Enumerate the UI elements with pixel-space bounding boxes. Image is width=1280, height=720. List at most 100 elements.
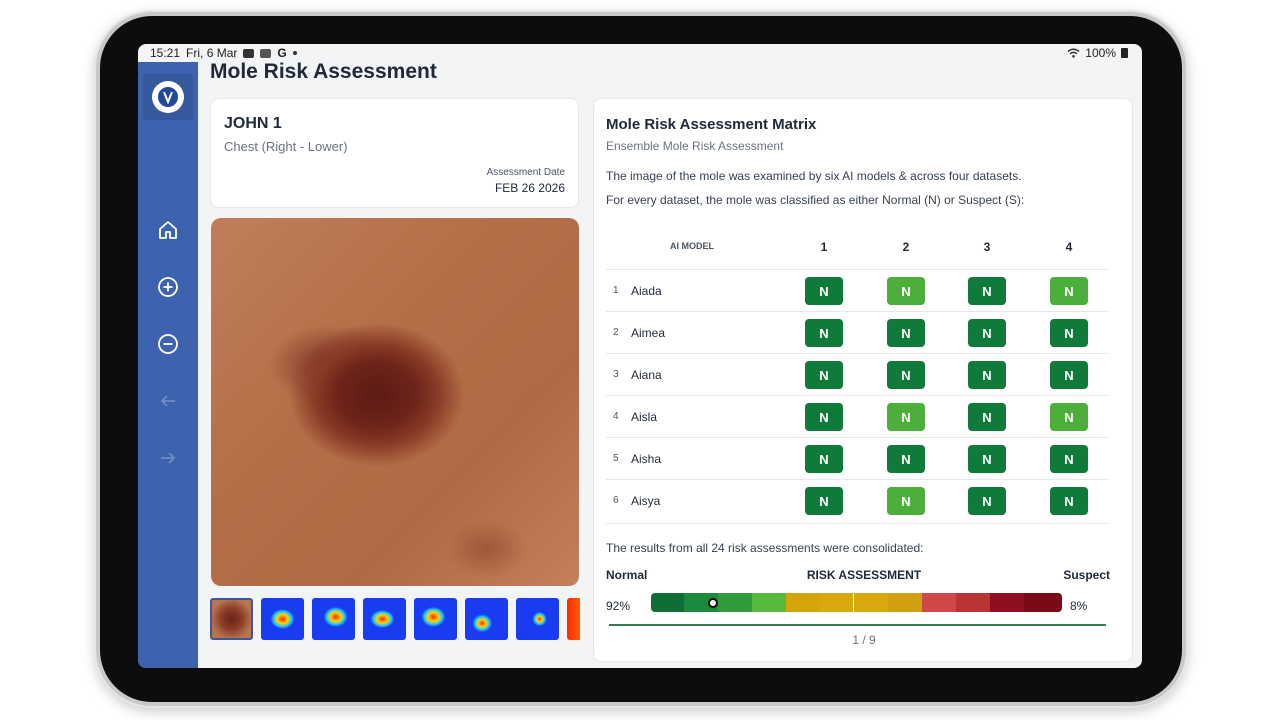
logo-eye-icon [152,81,184,113]
patient-card: JOHN 1 Chest (Right - Lower) Assessment … [210,98,579,208]
gallery-icon [260,48,272,58]
row-index: 2 [613,327,619,338]
status-date: Fri, 6 Mar [186,46,238,60]
thumbnail-heatmap[interactable] [363,598,406,640]
matrix-title: Mole Risk Assessment Matrix [606,116,817,133]
zoom-in-button[interactable] [152,271,184,303]
classification-badge[interactable]: N [805,445,843,473]
matrix-description: For every dataset, the mole was classifi… [606,193,1025,207]
classification-badge[interactable]: N [1050,445,1088,473]
matrix-subtitle: Ensemble Mole Risk Assessment [606,139,784,153]
mole-location: Chest (Right - Lower) [224,139,348,154]
classification-badge[interactable]: N [887,445,925,473]
thumbnail-heatmap[interactable] [567,598,580,640]
battery-level: 100% [1085,46,1116,60]
table-row: 4 Aisla N N N N [606,395,1109,437]
model-name: Aisha [631,452,662,466]
model-name: Aiana [631,368,662,382]
risk-matrix-card: Mole Risk Assessment Matrix Ensemble Mol… [593,98,1133,662]
page-indicator[interactable]: 1 / 9 [594,633,1134,647]
classification-badge[interactable]: N [805,361,843,389]
risk-segment [922,593,956,612]
dataset-column-header: 4 [1065,240,1073,254]
mole-image[interactable] [211,218,579,586]
app-logo[interactable] [143,74,193,120]
classification-badge[interactable]: N [1050,487,1088,515]
assessment-date: FEB 26 2026 [494,181,565,195]
pager-divider [609,624,1106,626]
back-button[interactable] [152,385,184,417]
thumbnail-strip [210,598,580,642]
table-row: 5 Aisha N N N N [606,437,1109,479]
sidebar [138,62,198,668]
classification-badge[interactable]: N [1050,277,1088,305]
risk-segment [1024,593,1062,612]
forward-button[interactable] [152,442,184,474]
notification-dot-icon [292,51,297,55]
classification-badge[interactable]: N [805,403,843,431]
home-button[interactable] [152,214,184,246]
risk-segment [786,593,820,612]
normal-percentage: 92% [606,599,631,613]
classification-badge[interactable]: N [968,319,1006,347]
arrow-right-icon [161,452,176,464]
classification-badge[interactable]: N [968,487,1006,515]
classification-badge[interactable]: N [1050,319,1088,347]
thumbnail-heatmap[interactable] [516,598,559,640]
classification-badge[interactable]: N [968,403,1006,431]
google-icon: G [277,46,287,60]
classification-badge[interactable]: N [805,319,843,347]
model-column-header: AI MODEL [670,241,714,251]
classification-badge[interactable]: N [1050,361,1088,389]
plus-circle-icon [158,277,178,297]
assessment-date-label: Assessment Date [486,167,565,178]
table-row: 1 Aiada N N N N [606,269,1109,311]
row-index: 5 [613,453,619,464]
model-name: Aimea [631,326,666,340]
thumbnail-heatmap[interactable] [414,598,457,640]
risk-segment [820,593,854,612]
table-row: 3 Aiana N N N N [606,353,1109,395]
page-title: Mole Risk Assessment [210,60,437,83]
risk-segment [956,593,990,612]
row-index: 6 [613,495,619,506]
row-index: 4 [613,411,619,422]
table-row: 6 Aisya N N N N [606,479,1109,521]
consolidated-text: The results from all 24 risk assessments… [606,541,924,555]
risk-assessment-label: RISK ASSESSMENT [806,568,922,582]
matrix-description: The image of the mole was examined by si… [606,169,1022,183]
risk-segment [718,593,752,612]
classification-badge[interactable]: N [887,277,925,305]
dataset-column-header: 3 [983,240,991,254]
risk-segment [752,593,786,612]
zoom-out-button[interactable] [152,328,184,360]
classification-badge[interactable]: N [887,487,925,515]
risk-segment [888,593,922,612]
matrix-bottom-border [606,523,1109,524]
classification-badge[interactable]: N [887,361,925,389]
classification-badge[interactable]: N [968,445,1006,473]
thumbnail-heatmap[interactable] [261,598,304,640]
thumbnail-heatmap[interactable] [312,598,355,640]
classification-badge[interactable]: N [968,277,1006,305]
classification-badge[interactable]: N [805,487,843,515]
suspect-label: Suspect [1063,568,1110,582]
thumbnail-original[interactable] [210,598,253,640]
classification-badge[interactable]: N [968,361,1006,389]
classification-badge[interactable]: N [887,403,925,431]
model-name: Aiada [631,284,662,298]
minus-circle-icon [158,334,178,354]
logo-mark-icon [156,85,180,109]
classification-badge[interactable]: N [1050,403,1088,431]
model-name: Aisya [631,494,661,508]
status-time: 15:21 [150,46,181,60]
dataset-column-header: 1 [820,240,828,254]
thumbnail-heatmap[interactable] [465,598,508,640]
classification-badge[interactable]: N [887,319,925,347]
dataset-column-header: 2 [902,240,910,254]
home-icon [159,221,177,239]
row-index: 3 [613,369,619,380]
classification-badge[interactable]: N [805,277,843,305]
model-name: Aisla [631,410,658,424]
risk-segment [990,593,1024,612]
